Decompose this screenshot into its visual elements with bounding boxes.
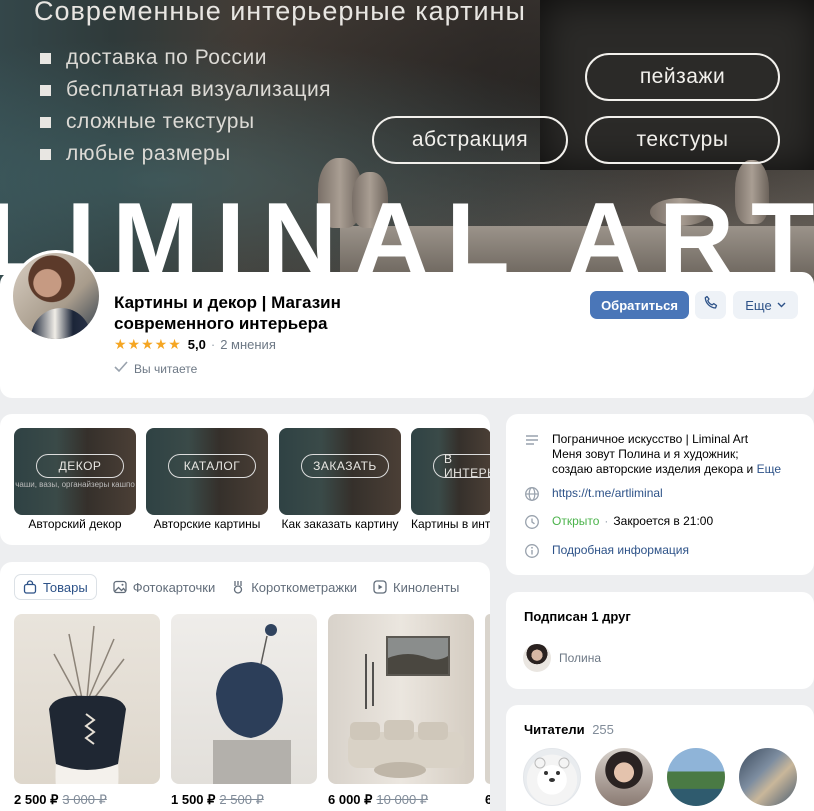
website-link[interactable]: https://t.me/artliminal	[552, 486, 663, 501]
highlight-label[interactable]: Как заказать картину	[279, 517, 401, 531]
details-row[interactable]: Подробная информация	[524, 543, 689, 559]
readers-count: 255	[592, 722, 614, 737]
video-icon	[373, 580, 387, 594]
product-interior-image	[348, 636, 464, 778]
clips-icon	[231, 580, 245, 594]
star-rating-icon: ★★★★★	[114, 336, 182, 352]
clock-icon	[524, 514, 540, 530]
description-more-link[interactable]: Еще	[757, 462, 781, 476]
closing-time: Закроется в 21:00	[613, 514, 714, 528]
readers-card: Читатели 255	[506, 705, 814, 811]
reader-avatar[interactable]	[667, 748, 725, 806]
phone-icon	[703, 295, 719, 316]
shopping-bag-icon	[23, 580, 37, 594]
profile-header	[0, 272, 814, 398]
product-price: 1 500 ₽2 500 ₽	[171, 792, 264, 807]
friends-title[interactable]: Подписан 1 друг	[524, 609, 631, 624]
product-price: 6	[485, 792, 490, 807]
product-card-image[interactable]	[328, 614, 474, 784]
checkmark-icon	[114, 361, 128, 376]
globe-icon	[524, 486, 540, 502]
cover-banner: Современные интерьерные картины доставка…	[0, 0, 814, 300]
product-price: 2 500 ₽3 000 ₽	[14, 792, 107, 807]
link-row: https://t.me/artliminal	[524, 486, 663, 502]
contact-button[interactable]: Обратиться	[590, 291, 689, 319]
community-avatar[interactable]	[10, 250, 102, 342]
highlights-card: ДЕКОР чаши, вазы, органайзеры кашпо Авто…	[0, 414, 490, 545]
friend-avatar[interactable]	[523, 644, 551, 672]
bear-icon	[534, 757, 570, 782]
tab-goods[interactable]: Товары	[14, 574, 97, 600]
open-status: Открыто	[552, 514, 600, 528]
highlight-label[interactable]: Картины в инт	[411, 517, 490, 531]
tab-photos[interactable]: Фотокарточки	[113, 574, 215, 600]
tab-clips[interactable]: Короткометражки	[231, 574, 357, 600]
product-card-image[interactable]	[485, 614, 490, 784]
info-icon	[524, 543, 540, 559]
friend-name[interactable]: Полина	[559, 651, 601, 665]
more-button[interactable]: Еще	[733, 291, 798, 319]
page-title: Картины и декор | Магазин современного и…	[114, 293, 341, 333]
cover-title: Современные интерьерные картины	[34, 0, 526, 26]
product-card-image[interactable]	[171, 614, 317, 784]
highlight-label[interactable]: Авторский декор	[14, 517, 136, 531]
highlight-catalog[interactable]: КАТАЛОГ	[146, 428, 268, 515]
content-tabs: Товары Фотокарточки Короткометражки Кино…	[14, 574, 475, 600]
description-text: Пограничное искусство | Liminal Art Меня…	[552, 432, 782, 476]
reader-avatar[interactable]	[739, 748, 797, 806]
product-vase-image	[49, 625, 126, 770]
highlight-interior[interactable]: В ИНТЕРЬ	[411, 428, 490, 515]
photo-icon	[113, 580, 127, 594]
tab-videos[interactable]: Киноленты	[373, 574, 459, 600]
product-price: 6 000 ₽10 000 ₽	[328, 792, 429, 807]
reader-avatar[interactable]	[523, 748, 581, 806]
call-button[interactable]	[695, 291, 726, 319]
cover-pill-abstraction: абстракция	[372, 116, 568, 164]
cover-bullet: любые размеры	[40, 138, 331, 170]
cover-bullet: сложные текстуры	[40, 106, 331, 138]
cover-bullet: бесплатная визуализация	[40, 74, 331, 106]
product-vase-image	[213, 624, 291, 784]
info-card: Пограничное искусство | Liminal Art Меня…	[506, 414, 814, 575]
details-link[interactable]: Подробная информация	[552, 543, 689, 558]
rating-value: 5,0	[187, 337, 206, 352]
description-row: Пограничное искусство | Liminal Art Меня…	[524, 432, 804, 477]
cover-bullet: доставка по России	[40, 42, 331, 74]
chevron-down-icon	[777, 302, 786, 308]
following-status[interactable]: Вы читаете	[114, 361, 197, 376]
content-tabs-card: Товары Фотокарточки Короткометражки Кино…	[0, 562, 490, 811]
hours-row: Открыто · Закроется в 21:00	[524, 514, 713, 530]
cover-bullets: доставка по России бесплатная визуализац…	[40, 42, 331, 170]
highlight-order[interactable]: ЗАКАЗАТЬ	[279, 428, 401, 515]
rating[interactable]: ★★★★★ 5,0 · 2 мнения	[114, 336, 276, 353]
readers-title[interactable]: Читатели 255	[524, 722, 614, 737]
highlight-label[interactable]: Авторские картины	[146, 517, 268, 531]
friends-card: Подписан 1 друг Полина	[506, 592, 814, 689]
text-lines-icon	[524, 432, 540, 448]
reviews-count[interactable]: 2 мнения	[220, 337, 276, 352]
cover-pill-landscapes: пейзажи	[585, 53, 780, 101]
cover-pill-textures: текстуры	[585, 116, 780, 164]
product-card-image[interactable]	[14, 614, 160, 784]
community-page: Современные интерьерные картины доставка…	[0, 0, 814, 811]
highlight-decor[interactable]: ДЕКОР чаши, вазы, органайзеры кашпо	[14, 428, 136, 515]
reader-avatar[interactable]	[595, 748, 653, 806]
